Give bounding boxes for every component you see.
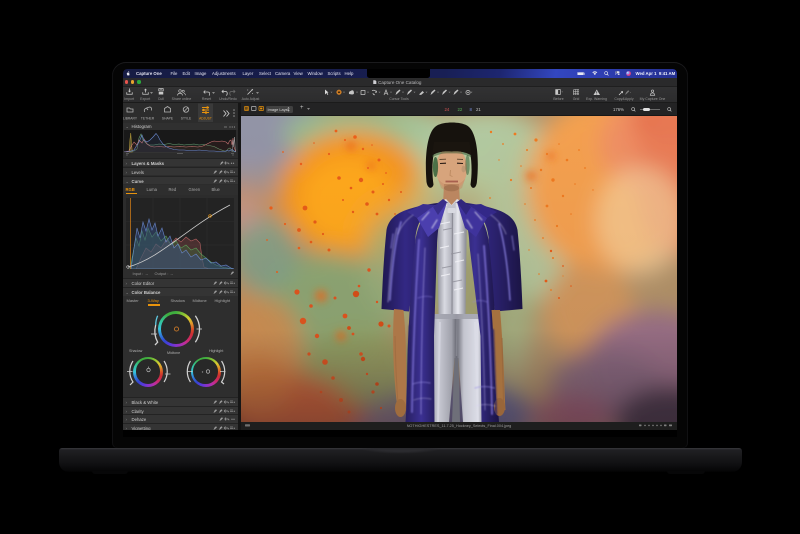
svg-text:Highlight: Highlight [209,349,223,353]
svg-text:LIBRARY: LIBRARY [123,117,138,121]
svg-text:Midtone: Midtone [167,351,180,355]
svg-text:TETHER: TETHER [140,117,154,121]
svg-text:Shadow: Shadow [129,349,143,353]
svg-text:SHAPE: SHAPE [161,117,173,121]
svg-text:ADJUST: ADJUST [199,117,212,121]
svg-text:STYLE: STYLE [180,117,191,121]
